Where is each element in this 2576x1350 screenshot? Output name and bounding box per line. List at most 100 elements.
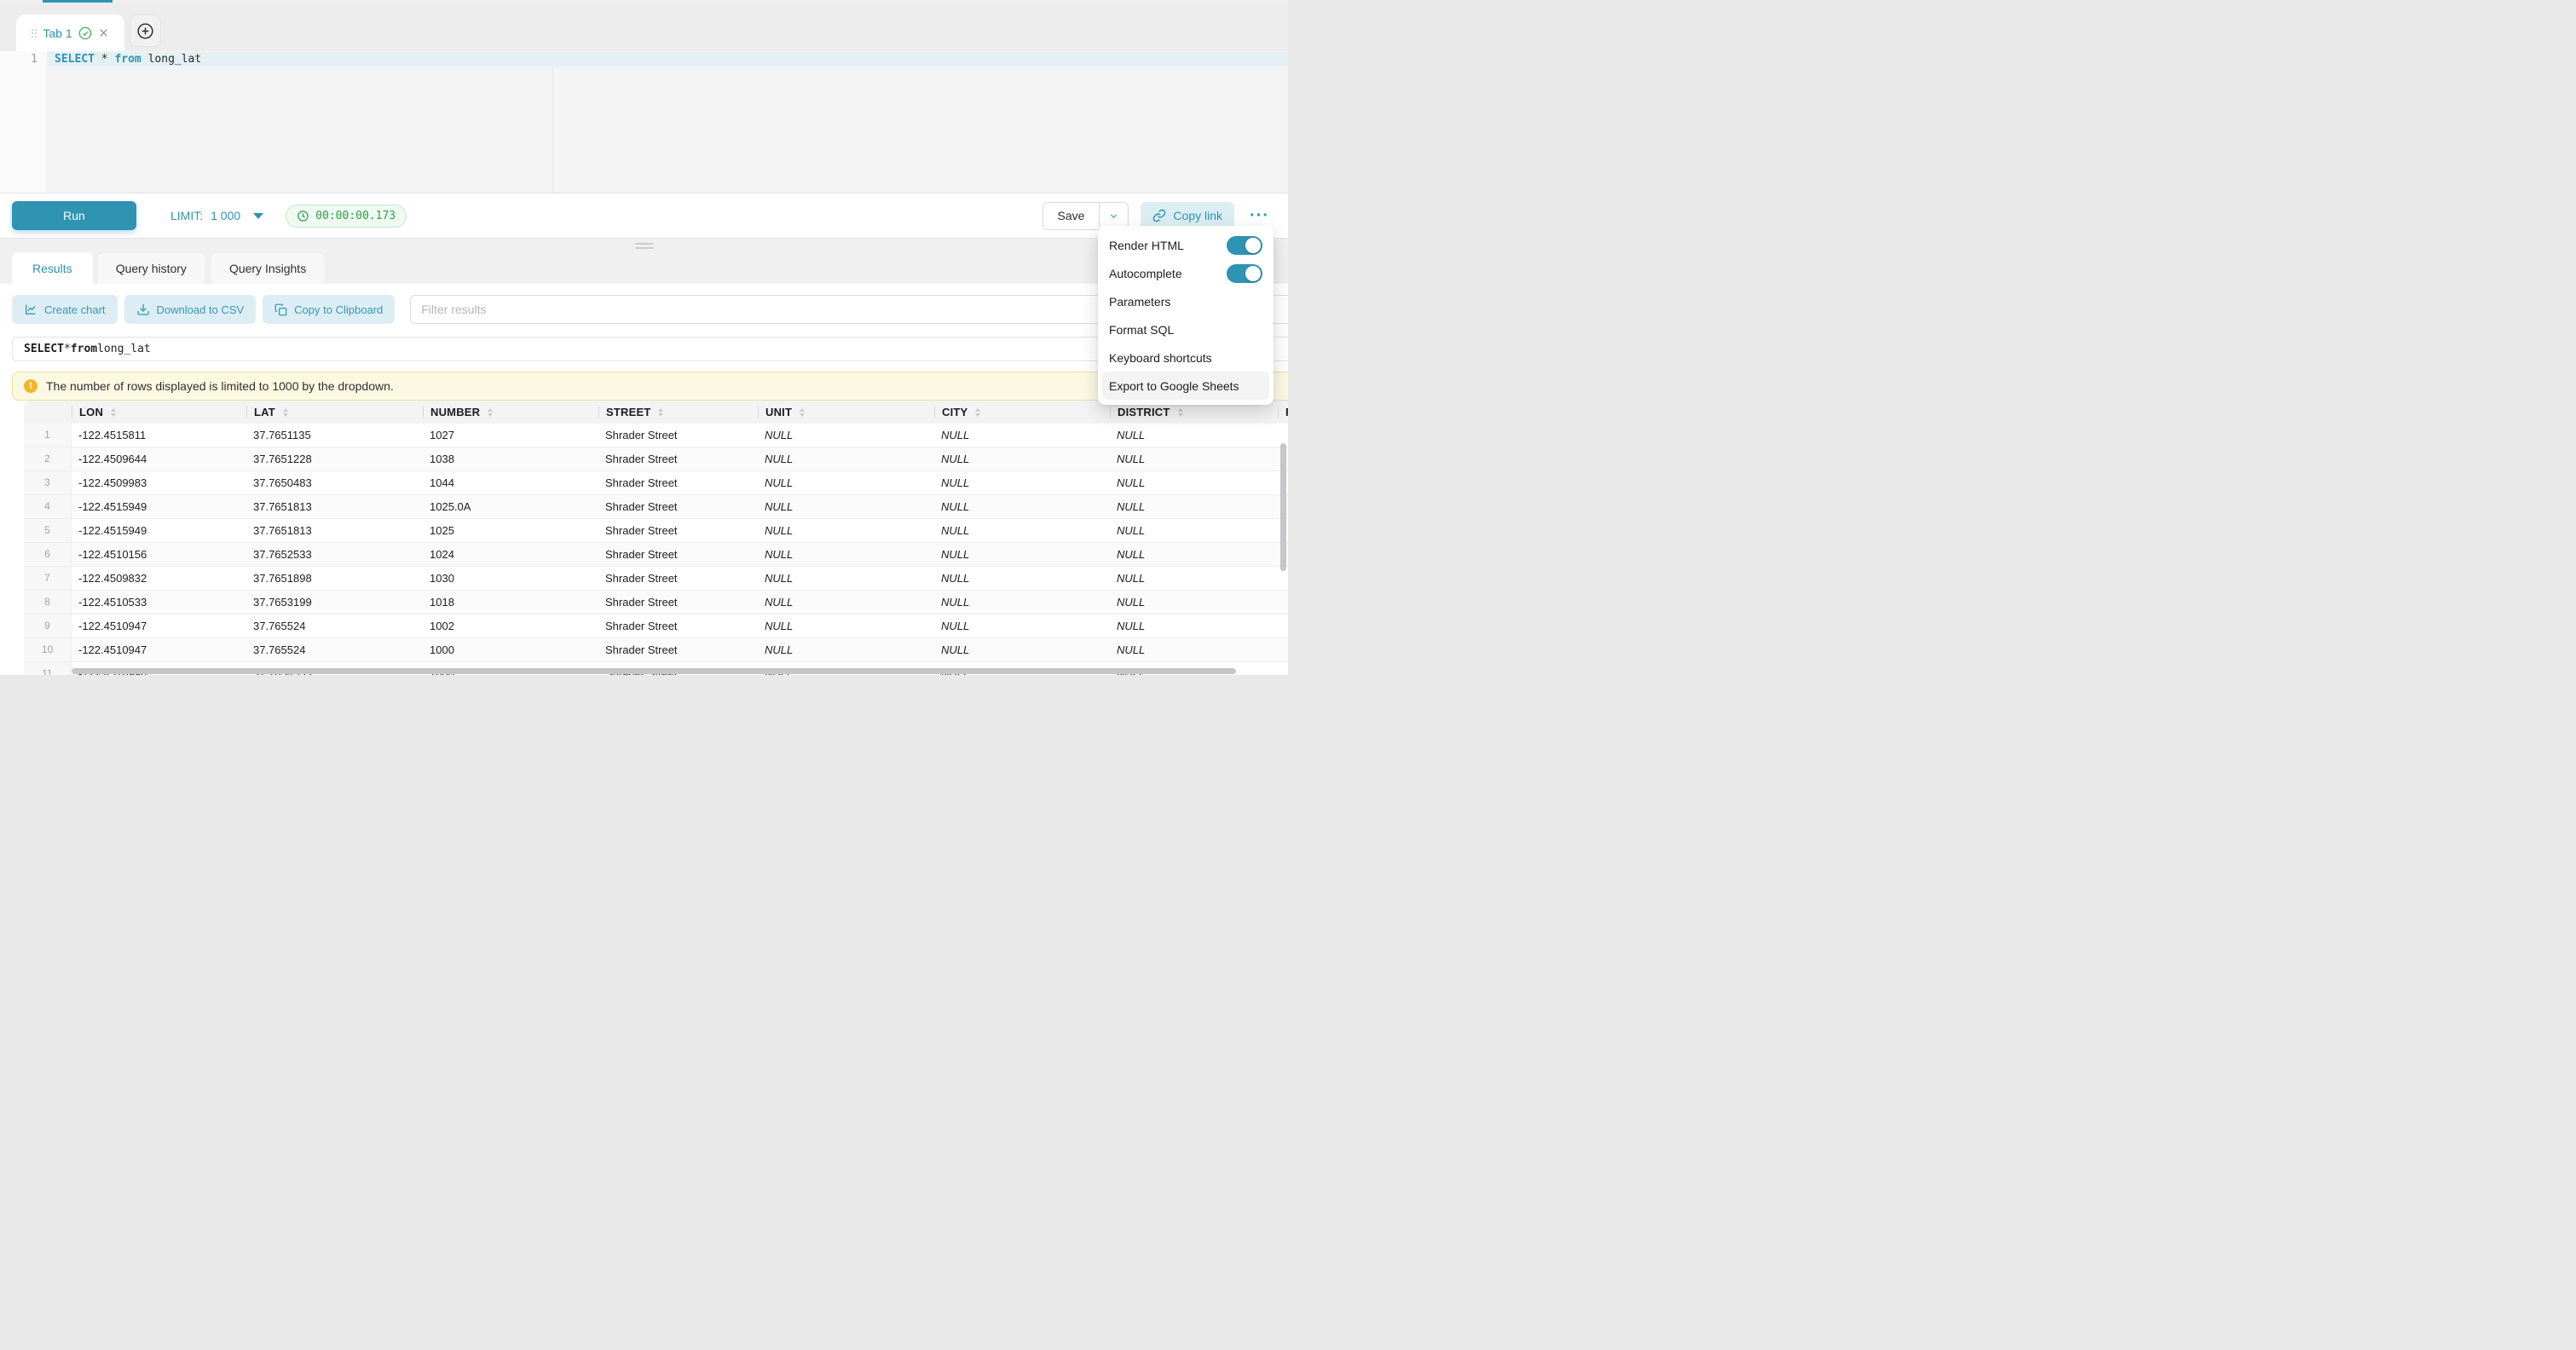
vertical-scrollbar-thumb[interactable] — [1280, 443, 1286, 571]
cell-re — [1278, 614, 1288, 638]
limit-dropdown[interactable]: LIMIT: 1 000 — [170, 209, 263, 222]
cell-lon: -122.4510156 — [72, 543, 246, 566]
cell-city: NULL — [934, 543, 1110, 566]
results-table: LONLATNUMBERSTREETUNITCITYDISTRICTRE 1-1… — [24, 401, 1288, 675]
close-tab-icon[interactable] — [98, 27, 109, 38]
drag-handle-icon[interactable] — [32, 29, 37, 38]
chevron-down-icon — [1108, 211, 1119, 222]
cell-number: 1025.0A — [423, 495, 598, 518]
cell-street: Shrader Street — [598, 447, 758, 470]
save-button[interactable]: Save — [1043, 203, 1100, 229]
menu-item-label: Parameters — [1109, 295, 1170, 309]
column-header-number[interactable]: NUMBER — [423, 401, 598, 424]
sql-workbench-screen: Tab 1 1 SELECT * from long_lat Run LIMIT… — [0, 0, 1288, 675]
cell-lat: 37.7653199 — [246, 591, 423, 614]
cell-lon: -122.4510533 — [72, 591, 246, 614]
header-row-number — [24, 401, 72, 424]
menu-item-keyboard-shortcuts[interactable]: Keyboard shortcuts — [1102, 343, 1269, 372]
column-header-label: CITY — [942, 406, 967, 418]
cell-district: NULL — [1110, 447, 1278, 470]
table-row: 2-122.450964437.76512281038Shrader Stree… — [24, 447, 1288, 471]
clock-icon — [297, 210, 309, 222]
sort-icon[interactable] — [658, 408, 663, 417]
column-header-street[interactable]: STREET — [598, 401, 758, 424]
table-row: 8-122.451053337.76531991018Shrader Stree… — [24, 591, 1288, 614]
limit-value: 1 000 — [211, 209, 240, 222]
sort-icon[interactable] — [975, 408, 980, 417]
sql-code-line[interactable]: SELECT * from long_lat — [55, 52, 201, 66]
menu-item-render-html[interactable]: Render HTML — [1102, 231, 1269, 259]
create-chart-button[interactable]: Create chart — [12, 295, 118, 324]
tab-results[interactable]: Results — [12, 252, 93, 284]
tab-query-history[interactable]: Query history — [96, 252, 206, 284]
copy-link-label: Copy link — [1173, 209, 1222, 222]
menu-item-format-sql[interactable]: Format SQL — [1102, 315, 1269, 343]
column-header-city[interactable]: CITY — [934, 401, 1110, 424]
table-row: 3-122.450998337.76504831044Shrader Stree… — [24, 471, 1288, 495]
elapsed-time: 00:00:00.173 — [315, 210, 396, 222]
download-csv-button[interactable]: Download to CSV — [124, 295, 257, 324]
cell-lon: -122.4510947 — [72, 614, 246, 638]
column-header-lat[interactable]: LAT — [246, 401, 423, 424]
sql-editor[interactable]: 1 SELECT * from long_lat — [0, 51, 1288, 193]
resize-handle[interactable] — [635, 243, 654, 249]
chart-icon — [24, 303, 38, 316]
cell-unit: NULL — [758, 591, 934, 614]
run-toolbar: Run LIMIT: 1 000 00:00:00.173 Save — [0, 193, 1288, 239]
menu-item-autocomplete[interactable]: Autocomplete — [1102, 259, 1269, 287]
menu-item-export-to-google-sheets[interactable]: Export to Google Sheets — [1102, 372, 1269, 400]
run-button[interactable]: Run — [12, 201, 136, 230]
cell-lat: 37.7651898 — [246, 567, 423, 590]
tab-query-insights[interactable]: Query Insights — [210, 252, 326, 284]
cell-row-number: 9 — [24, 614, 72, 638]
toggle-on[interactable] — [1227, 264, 1262, 283]
cell-row-number: 11 — [24, 662, 72, 675]
sort-icon[interactable] — [283, 408, 288, 417]
cell-lat: 37.7652533 — [246, 543, 423, 566]
cell-lat: 37.765524 — [246, 614, 423, 638]
more-options-button[interactable]: ··· — [1250, 207, 1269, 224]
toggle-on[interactable] — [1227, 236, 1262, 255]
sql-text: * — [95, 53, 114, 66]
new-tab-button[interactable] — [130, 14, 161, 47]
cell-city: NULL — [934, 471, 1110, 494]
table-row: 10-122.451094737.7655241000Shrader Stree… — [24, 638, 1288, 662]
save-options-button[interactable] — [1100, 203, 1128, 229]
cell-number: 1000 — [423, 638, 598, 661]
cell-lat: 37.765524 — [246, 638, 423, 661]
column-header-unit[interactable]: UNIT — [758, 401, 934, 424]
table-row: 7-122.450983237.76518981030Shrader Stree… — [24, 567, 1288, 591]
cell-city: NULL — [934, 591, 1110, 614]
sort-icon[interactable] — [488, 408, 493, 417]
cell-number: 1018 — [423, 591, 598, 614]
cell-number: 1002 — [423, 614, 598, 638]
cell-number: 1030 — [423, 567, 598, 590]
sort-icon[interactable] — [800, 408, 805, 417]
cell-street: Shrader Street — [598, 543, 758, 566]
column-header-lon[interactable]: LON — [72, 401, 246, 424]
copy-clipboard-button[interactable]: Copy to Clipboard — [263, 295, 395, 324]
cell-re — [1278, 638, 1288, 661]
clipboard-icon — [274, 303, 287, 316]
cell-district: NULL — [1110, 614, 1278, 638]
cell-row-number: 8 — [24, 591, 72, 614]
cell-unit: NULL — [758, 543, 934, 566]
sort-icon[interactable] — [1178, 408, 1183, 417]
horizontal-scrollbar-thumb[interactable] — [72, 668, 1236, 674]
column-header-re[interactable]: RE — [1278, 401, 1288, 424]
query-tab[interactable]: Tab 1 — [16, 14, 124, 51]
cell-district: NULL — [1110, 495, 1278, 518]
table-row: 1-122.451581137.76511351027Shrader Stree… — [24, 424, 1288, 447]
menu-item-parameters[interactable]: Parameters — [1102, 287, 1269, 315]
cell-district: NULL — [1110, 567, 1278, 590]
editor-gutter — [0, 51, 48, 193]
results-panel: Create chart Download to CSV Copy to Cli… — [0, 284, 1288, 675]
download-csv-label: Download to CSV — [157, 303, 245, 316]
cell-re — [1278, 591, 1288, 614]
menu-item-label: Render HTML — [1109, 239, 1184, 252]
cell-city: NULL — [934, 614, 1110, 638]
cell-unit: NULL — [758, 567, 934, 590]
cell-number: 1025 — [423, 519, 598, 542]
cell-unit: NULL — [758, 614, 934, 638]
sort-icon[interactable] — [111, 408, 116, 417]
